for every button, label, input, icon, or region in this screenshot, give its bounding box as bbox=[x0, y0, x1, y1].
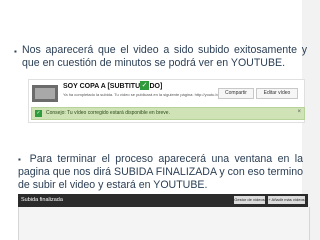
edit-video-button[interactable]: Editar vídeo bbox=[256, 88, 298, 99]
upload-panel-body bbox=[18, 207, 310, 240]
bullet-square-icon: ▪ bbox=[14, 47, 17, 56]
bullet-point-2: ▪ Para terminar el proceso aparecerá una… bbox=[18, 153, 303, 192]
bullet-point-1: ▪ Nos aparecerá que el video a sido subi… bbox=[14, 44, 307, 70]
upload-finished-title: Subida finalizada bbox=[21, 197, 63, 203]
close-icon[interactable]: × bbox=[297, 109, 301, 115]
bullet-2-text: Para terminar el proceso aparecerá una v… bbox=[18, 153, 303, 191]
success-message-bar: ✓ Consejo: Tu vídeo corregido estará dis… bbox=[31, 107, 305, 120]
video-thumbnail bbox=[32, 85, 58, 102]
success-message-text: Consejo: Tu vídeo corregido estará dispo… bbox=[46, 110, 170, 116]
bullet-square-icon: ▪ bbox=[18, 155, 24, 164]
video-manager-button[interactable]: Gestor de vídeos bbox=[234, 196, 265, 204]
add-more-videos-button[interactable]: + Añadir más vídeos bbox=[268, 196, 305, 204]
share-button[interactable]: Compartir bbox=[218, 88, 254, 99]
checkmark-icon: ✓ bbox=[140, 81, 149, 90]
youtube-upload-panel: SOY COPA A [SUBTITULADO] ✓ Ya ha complet… bbox=[28, 79, 305, 123]
bullet-1-text: Nos aparecerá que el video a sido subido… bbox=[22, 44, 307, 69]
success-check-icon: ✓ bbox=[35, 110, 42, 117]
presentation-slide: ▪ Nos aparecerá que el video a sido subi… bbox=[0, 0, 320, 240]
upload-finished-bar: Subida finalizada Gestor de vídeos + Aña… bbox=[18, 194, 308, 207]
